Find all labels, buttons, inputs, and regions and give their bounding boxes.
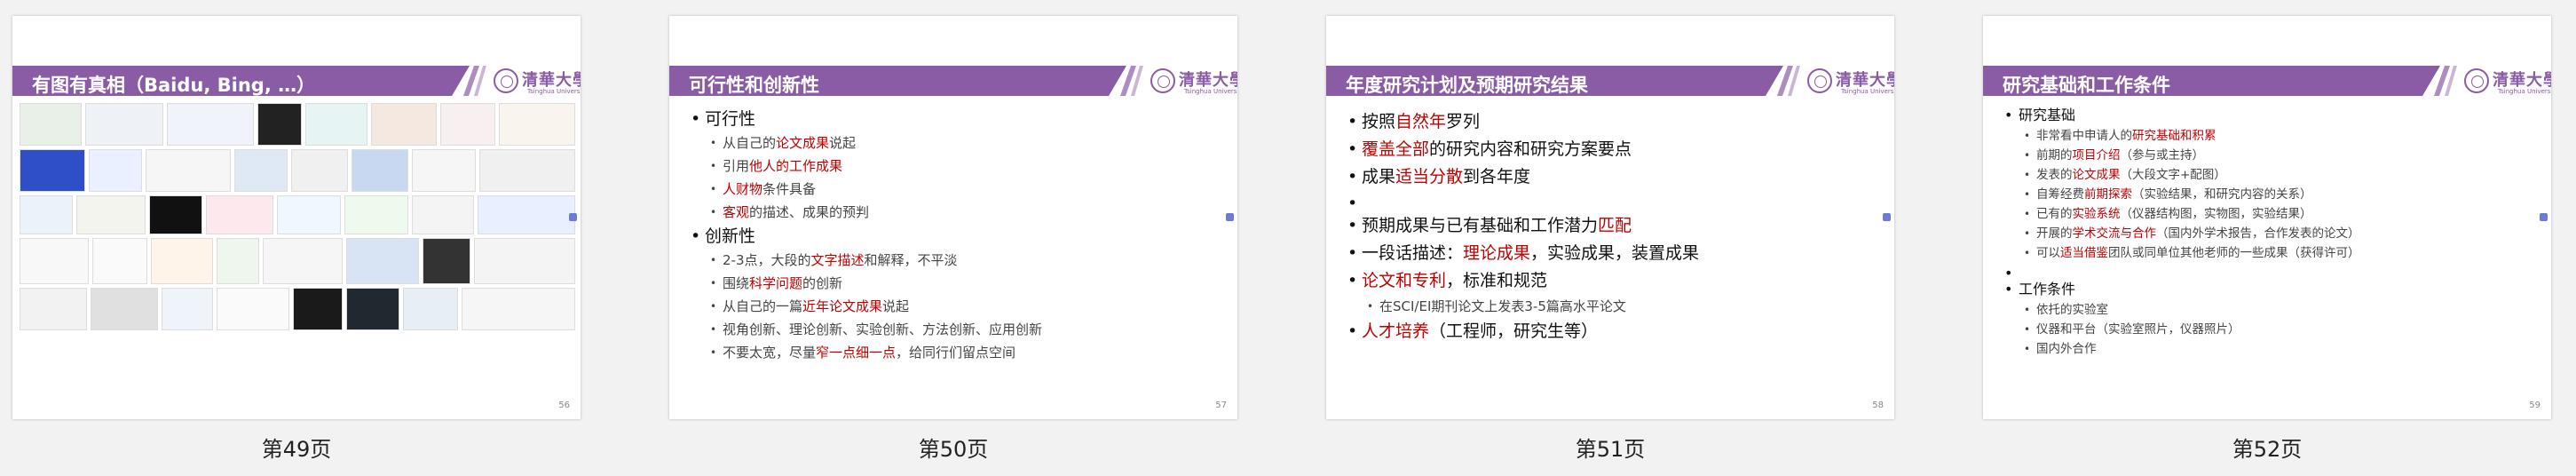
tsinghua-logo: 清華大學Tsinghua University — [494, 67, 581, 97]
list-item: 论文和专利，标准和规范 在SCI/EI期刊论文上发表3-5篇高水平论文 — [1346, 267, 1699, 318]
image-collage — [20, 103, 575, 371]
page-caption-51: 第51页 — [1575, 437, 1646, 462]
list-item: 从自己的论文成果说起 — [705, 131, 1042, 155]
list-item: 引用他人的工作成果 — [705, 155, 1042, 178]
list-item: 可以适当借鉴团队或同单位其他老师的一些成果（获得许可） — [2019, 243, 2360, 263]
list-item: 不要太宽，尽量窄一点细一点，给同行们留点空间 — [705, 341, 1042, 364]
slide-title: 可行性和创新性 — [689, 75, 819, 96]
list-item: 人财物条件具备 — [705, 178, 1042, 201]
tsinghua-logo: 清華大學Tsinghua University — [2464, 67, 2551, 97]
slide-thumbnail-52[interactable]: 研究基础和工作条件 清華大學Tsinghua University 研究基础 非… — [1983, 16, 2551, 419]
page-caption-50: 第50页 — [918, 437, 989, 462]
bookmark-icon — [1226, 213, 1234, 221]
list-item: 自筹经费前期探索（实验结果，和研究内容的关系） — [2019, 185, 2360, 204]
list-item: 在SCI/EI期刊论文上发表3-5篇高水平论文 — [1362, 295, 1699, 318]
list-item: 预期成果与已有基础和工作潜力匹配 — [1346, 212, 1699, 240]
list-item: 成果适当分散到各年度 — [1346, 163, 1699, 191]
list-item: 国内外合作 — [2019, 339, 2360, 359]
list-item: 2-3点，大段的文字描述和解释，不平淡 — [705, 249, 1042, 272]
list-item: 人才培养（工程师，研究生等） — [1346, 318, 1699, 345]
list-item: 研究基础 非常看中申请人的研究基础和积累 前期的项目介绍（参与或主持） 发表的论… — [2003, 105, 2360, 263]
slide-thumbnail-49[interactable]: 有图有真相（Baidu, Bing, …） 清華大學Tsinghua Unive… — [12, 16, 581, 419]
bookmark-icon — [1883, 213, 1891, 221]
slide-title: 年度研究计划及预期研究结果 — [1346, 75, 1588, 96]
list-item: 前期的项目介绍（参与或主持） — [2019, 146, 2360, 165]
list-item: 覆盖全部的研究内容和研究方案要点 — [1346, 136, 1699, 163]
page-number: 59 — [2529, 401, 2540, 410]
page-caption-52: 第52页 — [2232, 437, 2303, 462]
list-item: 已有的实验系统（仪器结构图，实物图，实验结果） — [2019, 204, 2360, 224]
bullet-list: 研究基础 非常看中申请人的研究基础和积累 前期的项目介绍（参与或主持） 发表的论… — [2003, 105, 2360, 359]
tsinghua-logo: 清華大學Tsinghua University — [1807, 67, 1894, 97]
page-caption-49: 第49页 — [261, 437, 332, 462]
list-item: 按照自然年罗列 — [1346, 108, 1699, 136]
list-item: 非常看中申请人的研究基础和积累 — [2019, 126, 2360, 146]
list-item: 工作条件 依托的实验室 仪器和平台（实验室照片，仪器照片） 国内外合作 — [2003, 279, 2360, 359]
list-item: 视角创新、理论创新、实验创新、方法创新、应用创新 — [705, 318, 1042, 341]
list-item: 从自己的一篇近年论文成果说起 — [705, 295, 1042, 318]
list-item: 依托的实验室 — [2019, 300, 2360, 320]
slide-title: 研究基础和工作条件 — [2003, 75, 2170, 96]
slide-thumbnail-50[interactable]: 可行性和创新性 清華大學Tsinghua University 可行性 从自己的… — [669, 16, 1237, 419]
bullet-list: 可行性 从自己的论文成果说起 引用他人的工作成果 人财物条件具备 客观的描述、成… — [689, 107, 1042, 364]
tsinghua-logo: 清華大學Tsinghua University — [1150, 67, 1237, 97]
page-number: 58 — [1872, 401, 1884, 410]
list-item: 创新性 2-3点，大段的文字描述和解释，不平淡 围绕科学问题的创新 从自己的一篇… — [689, 224, 1042, 364]
bullet-list: 按照自然年罗列 覆盖全部的研究内容和研究方案要点 成果适当分散到各年度 预期成果… — [1346, 108, 1699, 345]
bookmark-icon — [2540, 213, 2548, 221]
list-item: 可行性 从自己的论文成果说起 引用他人的工作成果 人财物条件具备 客观的描述、成… — [689, 107, 1042, 224]
list-item: 开展的学术交流与合作（国内外学术报告，合作发表的论文） — [2019, 224, 2360, 243]
list-item: 发表的论文成果（大段文字+配图） — [2019, 165, 2360, 185]
list-item: 围绕科学问题的创新 — [705, 272, 1042, 295]
list-item: 仪器和平台（实验室照片，仪器照片） — [2019, 320, 2360, 339]
page-number: 57 — [1215, 401, 1227, 410]
bookmark-icon — [569, 213, 577, 221]
slide-title: 有图有真相（Baidu, Bing, …） — [32, 75, 316, 96]
list-item: 客观的描述、成果的预判 — [705, 201, 1042, 224]
list-item: 一段话描述：理论成果，实验成果，装置成果 — [1346, 240, 1699, 267]
page-number: 56 — [558, 401, 570, 410]
slide-thumbnail-51[interactable]: 年度研究计划及预期研究结果 清華大學Tsinghua University 按照… — [1326, 16, 1894, 419]
